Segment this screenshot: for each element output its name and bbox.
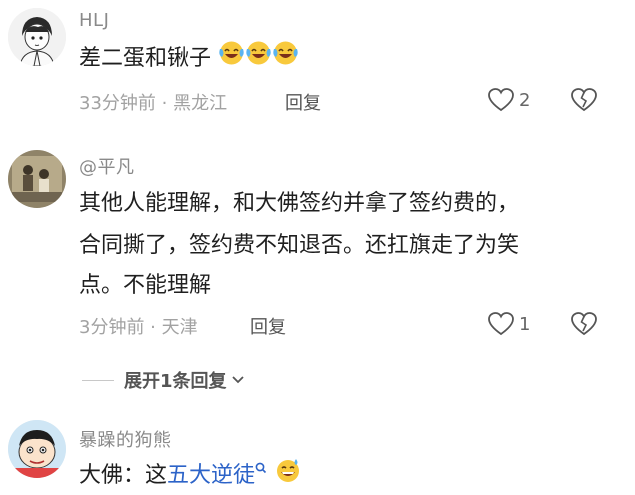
comment-text: 差二蛋和锹子 xyxy=(79,40,299,78)
heart-outline-icon xyxy=(488,312,514,336)
comment-meta: 33分钟前 · 黑龙江 xyxy=(79,93,228,114)
expand-replies-label: 展开1条回复 xyxy=(124,371,227,392)
dislike-button[interactable] xyxy=(570,87,598,117)
expand-replies-button[interactable]: 展开1条回复 xyxy=(82,367,246,393)
broken-heart-icon xyxy=(571,312,597,336)
username[interactable]: 暴躁的狗熊 xyxy=(79,426,172,452)
avatar[interactable] xyxy=(8,150,66,208)
comment-text-line-3: 点。不能理解 xyxy=(79,273,212,298)
grinning-sweat-emoji xyxy=(274,457,302,495)
like-button[interactable]: 2 xyxy=(487,87,530,113)
chevron-down-icon xyxy=(231,376,244,384)
heart-outline-icon xyxy=(488,88,514,112)
comment-text-line-1: 其他人能理解，和大佛签约并拿了签约费的， xyxy=(79,191,520,216)
comment-meta: 3分钟前 · 天津 xyxy=(79,317,198,338)
tears-of-joy-emoji xyxy=(245,40,272,78)
avatar[interactable] xyxy=(8,420,66,478)
username[interactable]: @平凡 xyxy=(79,153,135,179)
comment-text-line-2: 合同撕了，签约费不知退否。还扛旗走了为笑 xyxy=(79,233,520,258)
divider xyxy=(82,379,114,381)
anime-boy-avatar-image xyxy=(8,8,66,66)
search-keyword-link[interactable]: 五大逆徒 xyxy=(167,463,255,488)
like-button[interactable]: 1 xyxy=(487,311,530,337)
cartoon-boy-avatar-image xyxy=(8,420,66,478)
comment-text-content: 差二蛋和锹子 xyxy=(79,46,212,71)
tears-of-joy-emoji xyxy=(218,40,245,78)
avatar[interactable] xyxy=(8,8,66,66)
tears-of-joy-emoji xyxy=(272,40,299,78)
broken-heart-icon xyxy=(571,88,597,112)
vintage-photo-avatar-image xyxy=(8,150,66,208)
dislike-button[interactable] xyxy=(570,311,598,341)
reply-button[interactable]: 回复 xyxy=(285,89,321,115)
comment-text: 大佛：这五大逆徒 xyxy=(79,457,302,495)
username[interactable]: HLJ xyxy=(79,10,109,31)
reply-button[interactable]: 回复 xyxy=(250,313,286,339)
like-count: 2 xyxy=(519,89,531,111)
search-icon[interactable] xyxy=(255,462,267,476)
comment-text-prefix: 大佛：这 xyxy=(79,463,168,488)
like-count: 1 xyxy=(519,313,531,335)
